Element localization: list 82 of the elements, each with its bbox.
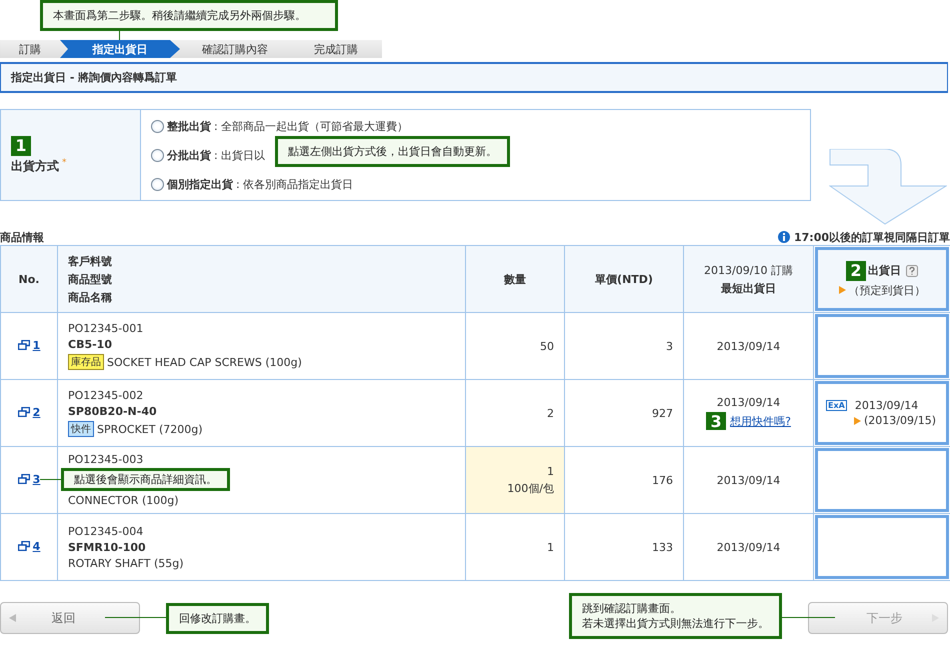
- window-icon: [18, 407, 30, 418]
- po-number: PO12345-001: [68, 322, 144, 335]
- unit-price: 927: [652, 406, 673, 420]
- section-title: 商品情報: [0, 230, 44, 244]
- column-header: 出貨日: [868, 263, 901, 278]
- next-note: 跳到確認訂購畫面。 若未選擇出貨方式則無法進行下一步。: [569, 593, 782, 639]
- column-header: No.: [0, 246, 58, 312]
- quantity: 2: [547, 406, 554, 420]
- back-note: 回修改訂購畫。: [166, 602, 269, 634]
- notice-text: 17:00以後的訂單視同隔日訂單: [794, 230, 950, 244]
- info-icon: [778, 231, 790, 243]
- window-icon: [18, 541, 30, 552]
- step-label: 確認訂購內容: [201, 42, 269, 58]
- step-badge: 1: [11, 136, 31, 156]
- po-number: PO12345-003: [68, 453, 144, 466]
- step-badge: 3: [706, 412, 726, 430]
- column-header: 商品型號: [68, 272, 113, 286]
- earliest-date: 2013/09/14: [716, 540, 780, 554]
- ship-date: 2013/09/14: [854, 399, 918, 412]
- shipping-option[interactable]: 分批出貨 : 出貨日以: [151, 146, 266, 164]
- step-note: 本畫面爲第二步驟。稍後請繼續完成另外兩個步驟。: [40, 0, 338, 31]
- arrival-date: (2013/09/15): [864, 414, 936, 427]
- unit-price: 3: [666, 340, 673, 352]
- express-icon: ExA: [826, 400, 847, 411]
- item-link[interactable]: 1: [32, 338, 40, 352]
- product-name: CONNECTOR (100g): [68, 494, 179, 507]
- product-name: ROTARY SHAFT (55g): [68, 556, 184, 570]
- unit-price: 176: [652, 474, 673, 486]
- arrival-header: （預定到貨日）: [848, 282, 926, 298]
- quantity: 1: [547, 464, 554, 478]
- column-header: 商品名稱: [68, 290, 113, 304]
- express-link[interactable]: 想用快件嗎?: [730, 414, 791, 428]
- part-number: CB5-10: [68, 338, 113, 351]
- column-header: 客戶料號: [68, 254, 113, 268]
- earliest-date: 2013/09/14: [716, 474, 780, 486]
- back-button[interactable]: 返回: [0, 602, 140, 634]
- leader-line: [782, 617, 835, 618]
- leader-line: [105, 617, 167, 618]
- item-link[interactable]: 3: [32, 472, 40, 486]
- back-arrow-icon: [9, 614, 16, 622]
- column-header: 最短出貨日: [720, 280, 777, 296]
- page-title: 指定出貨日 - 將詢價內容轉爲訂單: [0, 62, 948, 93]
- column-header: 單價(NTD): [564, 246, 684, 312]
- shipping-label: 出貨方式: [11, 158, 59, 172]
- help-icon[interactable]: [906, 264, 918, 276]
- step-label: 訂購: [18, 42, 42, 58]
- shipping-option[interactable]: 個別指定出貨 : 依各別商品指定出貨日: [151, 174, 354, 194]
- product-name: SOCKET HEAD CAP SCREWS (100g): [107, 356, 302, 368]
- radio-button[interactable]: [151, 148, 164, 162]
- step-label: 指定出貨日: [60, 40, 180, 58]
- step-badge: 2: [846, 260, 866, 280]
- column-header: 數量: [466, 246, 564, 312]
- window-icon: [18, 474, 30, 484]
- pack-size: 100個/包: [507, 480, 554, 496]
- item-link[interactable]: 2: [32, 406, 40, 419]
- window-icon: [18, 340, 30, 350]
- radio-button[interactable]: [151, 120, 164, 132]
- required-mark: *: [62, 158, 66, 168]
- earliest-date: 2013/09/14: [716, 396, 780, 409]
- leader-line: [40, 479, 61, 480]
- product-name: SPROCKET (7200g): [97, 422, 203, 436]
- quantity: 50: [540, 340, 554, 352]
- step-label: 完成訂購: [313, 42, 359, 58]
- bent-arrow-icon: [829, 149, 947, 225]
- part-number: SP80B20-N-40: [68, 405, 158, 418]
- marker-icon: [838, 286, 846, 294]
- quantity: 1: [547, 540, 554, 554]
- unit-price: 133: [652, 540, 673, 554]
- part-number: SFMR10-100: [68, 540, 147, 554]
- marker-icon: [854, 416, 861, 424]
- radio-button[interactable]: [151, 178, 164, 190]
- order-date: 2013/09/10 訂購: [703, 262, 794, 278]
- earliest-date: 2013/09/14: [716, 340, 780, 352]
- po-number: PO12345-002: [68, 389, 144, 402]
- leader-line: [119, 30, 120, 40]
- shipping-note: 點選左側出貨方式後，出貨日會自動更新。: [275, 136, 510, 167]
- shipping-option[interactable]: 整批出貨 : 全部商品一起出貨（可節省最大運費）: [151, 116, 408, 136]
- item-tag: 快件: [68, 421, 94, 437]
- item-tag: 庫存品: [68, 354, 104, 370]
- po-number: PO12345-004: [68, 524, 144, 538]
- detail-note: 點選後會顯示商品詳細資訊。: [61, 468, 230, 491]
- item-link[interactable]: 4: [32, 540, 40, 553]
